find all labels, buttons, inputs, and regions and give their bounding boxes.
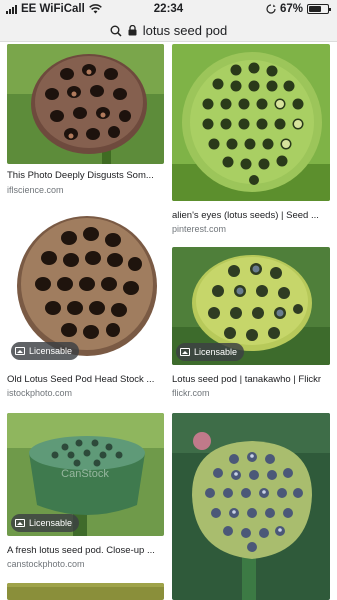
licensable-badge[interactable]: Licensable (11, 342, 80, 360)
result-card[interactable]: Licensable Old Lotus Seed Pod Head Stock… (7, 208, 164, 402)
result-domain: iflscience.com (7, 185, 64, 195)
result-domain: canstockphoto.com (7, 559, 85, 569)
orientation-lock-icon (266, 4, 276, 14)
result-thumbnail[interactable] (7, 44, 164, 164)
url-bar[interactable]: lotus seed pod (0, 20, 337, 42)
result-domain: istockphoto.com (7, 388, 73, 398)
result-caption[interactable]: Old Lotus Seed Pod Head Stock ... (7, 374, 164, 385)
result-card[interactable] (7, 583, 164, 600)
result-card[interactable]: This Photo Deeply Disgusts Som... iflsci… (7, 44, 164, 200)
battery-icon (307, 4, 331, 14)
result-domain: flickr.com (172, 388, 210, 398)
result-domain: pinterest.com (172, 224, 227, 234)
status-bar: EE WiFiCall 22:34 67% (0, 0, 337, 20)
result-thumbnail[interactable] (7, 583, 164, 600)
badge-label: Licensable (29, 518, 73, 528)
result-card[interactable]: alien's eyes (lotus seeds) | Seed ... pi… (172, 44, 330, 234)
result-card[interactable]: Licensable Lotus seed pod | tanakawho | … (172, 247, 330, 402)
result-card[interactable]: CanStock Licensable A fresh lotus seed p… (7, 413, 164, 575)
search-query: lotus seed pod (142, 23, 228, 38)
result-caption[interactable]: Lotus seed pod | tanakawho | Flickr (172, 374, 330, 385)
result-caption[interactable]: alien's eyes (lotus seeds) | Seed ... (172, 210, 330, 221)
search-icon (110, 25, 122, 37)
result-card[interactable] (172, 413, 330, 600)
licensable-badge[interactable]: Licensable (176, 343, 245, 361)
result-caption[interactable]: A fresh lotus seed pod. Close-up ... (7, 545, 164, 556)
image-icon (15, 347, 25, 355)
image-icon (15, 519, 25, 527)
svg-text:CanStock: CanStock (61, 468, 109, 480)
image-results-grid: This Photo Deeply Disgusts Som... iflsci… (0, 42, 337, 600)
badge-label: Licensable (29, 346, 73, 356)
result-thumbnail[interactable] (172, 413, 330, 600)
result-thumbnail[interactable] (172, 44, 330, 201)
result-caption[interactable]: This Photo Deeply Disgusts Som... (7, 170, 164, 181)
lock-icon (128, 25, 137, 36)
licensable-badge[interactable]: Licensable (11, 514, 80, 532)
badge-label: Licensable (194, 347, 238, 357)
battery-percent: 67% (279, 3, 303, 15)
image-icon (180, 348, 190, 356)
battery-group: 67% (266, 3, 331, 15)
